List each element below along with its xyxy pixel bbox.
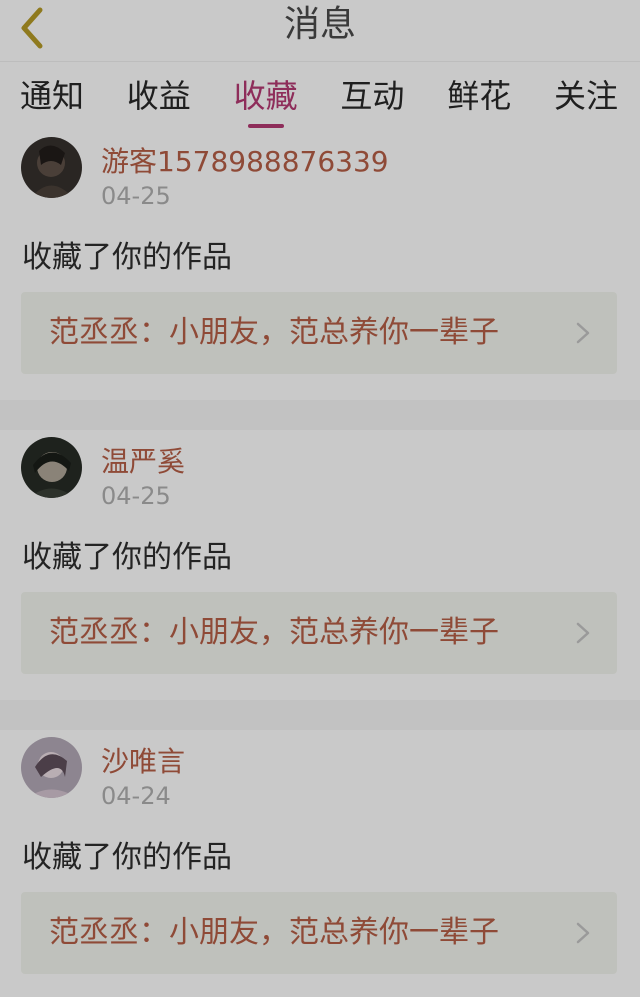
user-name[interactable]: 温严奚 [101,440,185,480]
tab-interactions[interactable]: 互动 [340,62,404,130]
avatar[interactable] [21,437,82,498]
tab-notifications[interactable]: 通知 [20,62,84,130]
work-link[interactable]: 范丞丞：小朋友，范总养你一辈子 [21,892,617,974]
divider [0,700,640,730]
message-date: 04-25 [101,182,171,210]
avatar[interactable] [21,137,82,198]
action-text: 收藏了你的作品 [22,840,232,875]
message-item: 沙唯言 04-24 收藏了你的作品 范丞丞：小朋友，范总养你一辈子 [0,730,640,997]
user-name[interactable]: 沙唯言 [101,740,185,780]
message-date: 04-24 [101,782,171,810]
message-list: 游客1578988876339 04-25 收藏了你的作品 范丞丞：小朋友，范总… [0,130,640,997]
chevron-right-icon [576,922,590,944]
action-text: 收藏了你的作品 [22,240,232,275]
work-title: 范丞丞：小朋友，范总养你一辈子 [49,315,499,350]
tab-bar: 通知 收益 收藏 互动 鲜花 关注 [0,62,640,130]
work-link[interactable]: 范丞丞：小朋友，范总养你一辈子 [21,292,617,374]
tab-favorites[interactable]: 收藏 [234,62,298,130]
action-text: 收藏了你的作品 [22,540,232,575]
header-bar: 消息 [0,0,640,62]
message-date: 04-25 [101,482,171,510]
user-name[interactable]: 游客1578988876339 [101,140,389,180]
avatar[interactable] [21,737,82,798]
chevron-right-icon [576,322,590,344]
chevron-right-icon [576,622,590,644]
page-title: 消息 [283,4,356,45]
work-title: 范丞丞：小朋友，范总养你一辈子 [49,915,499,950]
work-title: 范丞丞：小朋友，范总养你一辈子 [49,615,499,650]
tab-earnings[interactable]: 收益 [127,62,191,130]
divider [0,400,640,430]
message-item: 游客1578988876339 04-25 收藏了你的作品 范丞丞：小朋友，范总… [0,130,640,400]
messages-screen: 消息 通知 收益 收藏 互动 鲜花 关注 游客1578988876339 04-… [0,0,640,997]
message-item: 温严奚 04-25 收藏了你的作品 范丞丞：小朋友，范总养你一辈子 [0,430,640,700]
tab-follows[interactable]: 关注 [554,62,618,130]
tab-flowers[interactable]: 鲜花 [447,62,511,130]
work-link[interactable]: 范丞丞：小朋友，范总养你一辈子 [21,592,617,674]
